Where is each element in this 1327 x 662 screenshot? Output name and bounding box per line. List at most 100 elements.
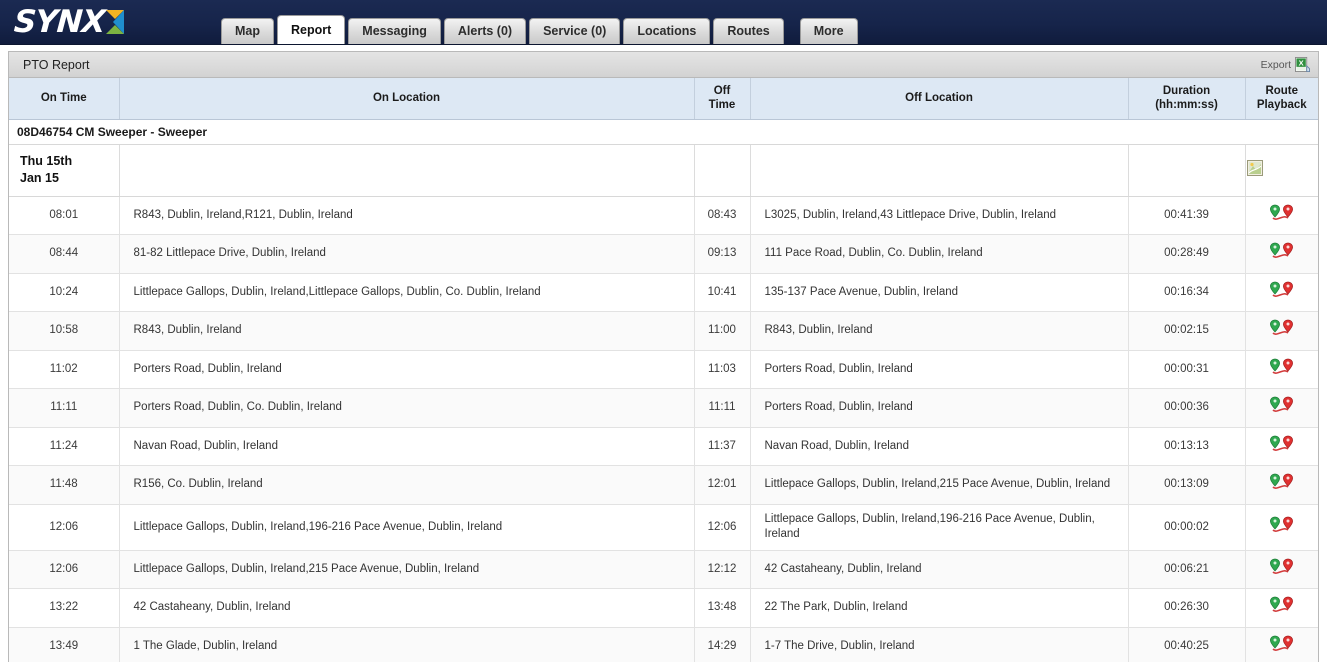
date-line1: Thu 15th <box>20 154 73 169</box>
cell-route-playback[interactable] <box>1245 311 1318 351</box>
cell-off-location: Littlepace Gallops, Dublin, Ireland,196-… <box>750 504 1129 551</box>
column-header-route-playback[interactable]: Route Playback <box>1245 78 1318 120</box>
cell-off-time: 11:03 <box>694 350 751 390</box>
report-panel-header: PTO Report Export X <box>9 52 1318 78</box>
cell-route-playback[interactable] <box>1245 465 1318 505</box>
route-playback-pins-icon[interactable] <box>1269 204 1295 228</box>
column-header-on-location[interactable]: On Location <box>119 78 695 120</box>
cell-off-location: Porters Road, Dublin, Ireland <box>750 350 1129 390</box>
tab-routes[interactable]: Routes <box>713 18 784 44</box>
route-playback-pins-icon[interactable] <box>1269 473 1295 497</box>
cell-route-playback[interactable] <box>1245 234 1318 274</box>
date-row-off-location-cell <box>750 144 1129 197</box>
tab-locations-label: Locations <box>637 24 697 39</box>
date-row-off-time-cell <box>694 144 751 197</box>
route-playback-pins-icon[interactable] <box>1269 242 1295 266</box>
tab-report[interactable]: Report <box>277 15 346 44</box>
cell-route-playback[interactable] <box>1245 196 1318 236</box>
tab-map[interactable]: Map <box>221 18 274 44</box>
cell-route-playback[interactable] <box>1245 627 1318 662</box>
route-playback-pins-icon[interactable] <box>1269 396 1295 420</box>
tab-service[interactable]: Service (0) <box>529 18 621 44</box>
column-header-on-time[interactable]: On Time <box>9 78 120 120</box>
cell-on-location: R843, Dublin, Ireland,R121, Dublin, Irel… <box>119 196 695 236</box>
table-row[interactable]: 12:06 Littlepace Gallops, Dublin, Irelan… <box>9 504 1318 551</box>
tab-messaging-label: Messaging <box>362 24 427 39</box>
tab-alerts-label: Alerts (0) <box>457 24 513 39</box>
table-row[interactable]: 12:06 Littlepace Gallops, Dublin, Irelan… <box>9 550 1318 590</box>
tab-locations[interactable]: Locations <box>623 18 711 44</box>
cell-off-location: R843, Dublin, Ireland <box>750 311 1129 351</box>
table-row[interactable]: 13:22 42 Castaheany, Dublin, Ireland 13:… <box>9 588 1318 628</box>
map-thumbnail-icon[interactable] <box>1246 159 1263 181</box>
table-body: 08D46754 CM Sweeper - Sweeper Thu 15th J… <box>9 119 1318 662</box>
table-row[interactable]: 10:24 Littlepace Gallops, Dublin, Irelan… <box>9 273 1318 313</box>
route-playback-pins-icon[interactable] <box>1269 558 1295 582</box>
cell-on-time: 12:06 <box>9 550 120 590</box>
main-tab-bar[interactable]: Map Report Messaging Alerts (0) Service … <box>221 15 858 44</box>
date-row-on-location-cell <box>119 144 695 197</box>
route-playback-pins-icon[interactable] <box>1269 596 1295 620</box>
cell-off-location: Littlepace Gallops, Dublin, Ireland,215 … <box>750 465 1129 505</box>
column-header-off-location[interactable]: Off Location <box>750 78 1129 120</box>
cell-off-time: 09:13 <box>694 234 751 274</box>
cell-off-time: 11:37 <box>694 427 751 467</box>
tab-report-label: Report <box>291 22 332 37</box>
column-header-off-time[interactable]: Off Time <box>694 78 751 120</box>
cell-route-playback[interactable] <box>1245 550 1318 590</box>
cell-off-time: 12:01 <box>694 465 751 505</box>
cell-on-time: 10:24 <box>9 273 120 313</box>
cell-off-location: 1-7 The Drive, Dublin, Ireland <box>750 627 1129 662</box>
cell-off-time: 11:11 <box>694 388 751 428</box>
cell-on-location: Porters Road, Dublin, Ireland <box>119 350 695 390</box>
tab-alerts[interactable]: Alerts (0) <box>443 18 527 44</box>
table-row[interactable]: 11:02 Porters Road, Dublin, Ireland 11:0… <box>9 350 1318 390</box>
date-row-playback-cell[interactable] <box>1245 144 1318 197</box>
export-label: Export <box>1260 58 1291 71</box>
tab-service-label: Service (0) <box>543 24 607 39</box>
cell-duration: 00:28:49 <box>1128 234 1246 274</box>
cell-route-playback[interactable] <box>1245 588 1318 628</box>
cell-route-playback[interactable] <box>1245 427 1318 467</box>
route-playback-pins-icon[interactable] <box>1269 635 1295 659</box>
cell-route-playback[interactable] <box>1245 388 1318 428</box>
route-playback-pins-icon[interactable] <box>1269 281 1295 305</box>
cell-on-location: 1 The Glade, Dublin, Ireland <box>119 627 695 662</box>
column-header-duration-line1: Duration <box>1162 85 1211 97</box>
cell-on-time: 11:48 <box>9 465 120 505</box>
excel-icon: X <box>1295 57 1310 72</box>
export-button[interactable]: Export X <box>1261 57 1310 72</box>
table-row[interactable]: 08:01 R843, Dublin, Ireland,R121, Dublin… <box>9 196 1318 236</box>
table-row[interactable]: 11:48 R156, Co. Dublin, Ireland 12:01 Li… <box>9 465 1318 505</box>
vehicle-group-row: 08D46754 CM Sweeper - Sweeper <box>9 119 1318 145</box>
vehicle-group-label: 08D46754 CM Sweeper - Sweeper <box>9 119 1318 145</box>
cell-on-time: 12:06 <box>9 504 120 551</box>
tab-more[interactable]: More <box>799 18 858 44</box>
cell-off-location: 42 Castaheany, Dublin, Ireland <box>750 550 1129 590</box>
pto-report-table: On Time On Location Off Time Off Locatio… <box>9 78 1318 662</box>
cell-on-location: Porters Road, Dublin, Co. Dublin, Irelan… <box>119 388 695 428</box>
cell-on-location: 42 Castaheany, Dublin, Ireland <box>119 588 695 628</box>
cell-route-playback[interactable] <box>1245 273 1318 313</box>
table-row[interactable]: 11:24 Navan Road, Dublin, Ireland 11:37 … <box>9 427 1318 467</box>
table-row[interactable]: 10:58 R843, Dublin, Ireland 11:00 R843, … <box>9 311 1318 351</box>
cell-duration: 00:06:21 <box>1128 550 1246 590</box>
cell-off-time: 13:48 <box>694 588 751 628</box>
table-row[interactable]: 11:11 Porters Road, Dublin, Co. Dublin, … <box>9 388 1318 428</box>
tab-routes-label: Routes <box>727 24 770 39</box>
column-header-duration[interactable]: Duration (hh:mm:ss) <box>1128 78 1246 120</box>
cell-off-time: 11:00 <box>694 311 751 351</box>
tab-messaging[interactable]: Messaging <box>348 18 441 44</box>
route-playback-pins-icon[interactable] <box>1269 435 1295 459</box>
date-group-row: Thu 15th Jan 15 <box>9 144 1318 197</box>
table-row[interactable]: 13:49 1 The Glade, Dublin, Ireland 14:29… <box>9 627 1318 662</box>
cell-route-playback[interactable] <box>1245 350 1318 390</box>
cell-off-location: Porters Road, Dublin, Ireland <box>750 388 1129 428</box>
route-playback-pins-icon[interactable] <box>1269 516 1295 540</box>
route-playback-pins-icon[interactable] <box>1269 319 1295 343</box>
route-playback-pins-icon[interactable] <box>1269 358 1295 382</box>
cell-on-location: R156, Co. Dublin, Ireland <box>119 465 695 505</box>
cell-route-playback[interactable] <box>1245 504 1318 551</box>
cell-off-time: 08:43 <box>694 196 751 236</box>
table-row[interactable]: 08:44 81-82 Littlepace Drive, Dublin, Ir… <box>9 234 1318 274</box>
